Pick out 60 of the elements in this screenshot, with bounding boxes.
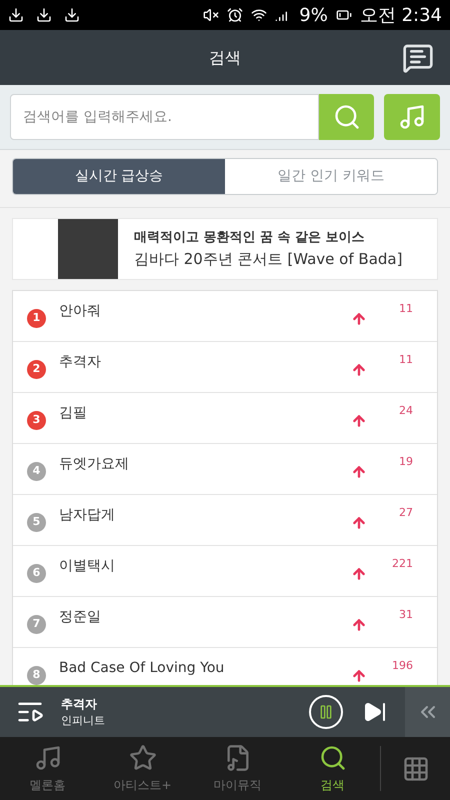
wifi-icon	[251, 7, 268, 23]
keyword-text: 이별택시	[59, 557, 115, 576]
rank-badge: 3	[27, 411, 46, 430]
rank-badge: 8	[27, 666, 46, 685]
download-icon	[36, 7, 52, 23]
download-icon	[8, 7, 24, 23]
rank-change: 19	[398, 454, 413, 470]
search-icon	[332, 103, 360, 131]
keyword-row[interactable]: 3 김필 24	[13, 393, 437, 444]
keyword-row[interactable]: 7 정준일 31	[13, 597, 437, 648]
banner-title: 김바다 20주년 콘서트 [Wave of Bada]	[134, 248, 402, 270]
download-icon	[64, 7, 80, 23]
keyword-text: 안아줘	[59, 302, 101, 321]
banner[interactable]: 매력적이고 몽환적인 꿈 속 같은 보이스 김바다 20주년 콘서트 [Wave of Bada]	[12, 218, 438, 280]
photo-placeholder	[58, 219, 118, 279]
track-title: 추격자	[61, 696, 98, 713]
rank-change: 27	[398, 505, 413, 521]
alarm-icon	[227, 7, 244, 23]
clock: 오전 2:34	[360, 4, 442, 28]
search-icon	[318, 744, 346, 772]
rank-change: 11	[398, 352, 413, 368]
mute-icon	[203, 7, 220, 23]
rank-change: 31	[398, 607, 413, 623]
rank-badge: 6	[27, 564, 46, 583]
battery-level: 9%	[299, 4, 328, 28]
star-icon	[128, 744, 156, 772]
rank-change: 221	[391, 556, 413, 572]
grid-icon	[402, 754, 430, 782]
keyword-text: 김필	[59, 404, 87, 423]
keyword-text: 듀엣가요제	[59, 455, 129, 474]
rank-badge: 2	[27, 360, 46, 379]
track-artist: 인피니트	[61, 712, 105, 729]
keyword-row[interactable]: 6 이별택시 221	[13, 546, 437, 597]
header-title: 검색	[209, 46, 241, 68]
collapse-button[interactable]	[405, 687, 450, 737]
keyword-row[interactable]: 5 남자답게 27	[13, 495, 437, 546]
rank-change: 24	[398, 403, 413, 419]
keyword-row[interactable]: 2 추격자 11	[13, 342, 437, 393]
keyword-row[interactable]: 4 듀엣가요제 19	[13, 444, 437, 495]
keyword-text: Bad Case Of Loving You	[59, 659, 224, 678]
nav-tab[interactable]: 검색	[285, 737, 380, 800]
skip-forward-icon	[363, 700, 387, 724]
keyword-text: 남자답게	[59, 506, 115, 525]
rank-badge: 5	[27, 513, 46, 532]
rank-badge: 7	[27, 615, 46, 634]
message-icon[interactable]	[402, 42, 434, 74]
pause-button[interactable]	[309, 695, 343, 729]
rank-badge: 4	[27, 462, 46, 481]
keyword-text: 정준일	[59, 608, 101, 627]
keyword-text: 추격자	[59, 353, 101, 372]
keyword-row[interactable]: 1 안아줘 11	[13, 291, 437, 342]
music-note-icon	[34, 744, 62, 772]
banner-tagline: 매력적이고 몽환적인 꿈 속 같은 보이스	[134, 229, 366, 247]
rank-change: 196	[391, 658, 413, 674]
rank-badge: 1	[27, 309, 46, 328]
tab[interactable]: 실시간 급상승	[13, 159, 225, 194]
pause-icon	[318, 704, 334, 720]
rank-change: 11	[398, 301, 413, 317]
search-field[interactable]: 검색어를 입력해주세요.	[10, 94, 319, 140]
music-note-icon	[398, 103, 426, 131]
